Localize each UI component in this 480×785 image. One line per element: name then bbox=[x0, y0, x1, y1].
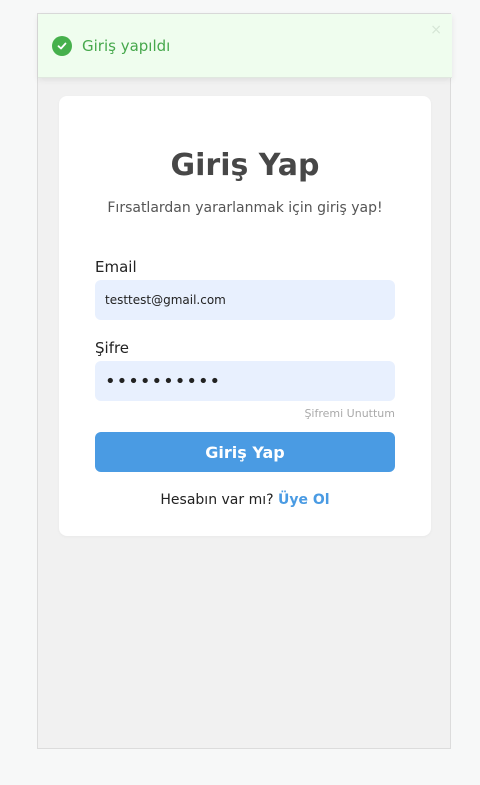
success-toast: Giriş yapıldı × bbox=[38, 14, 452, 78]
signup-row: Hesabın var mı? Üye Ol bbox=[59, 492, 431, 508]
login-card: Giriş Yap Fırsatlardan yararlanmak için … bbox=[59, 96, 431, 536]
toast-close-icon[interactable]: × bbox=[430, 22, 442, 38]
password-field[interactable] bbox=[95, 361, 395, 401]
signup-link[interactable]: Üye Ol bbox=[278, 492, 330, 508]
forgot-password-link[interactable]: Şifremi Unuttum bbox=[304, 407, 395, 420]
email-label: Email bbox=[95, 258, 137, 276]
email-field[interactable] bbox=[95, 280, 395, 320]
check-circle-icon bbox=[52, 35, 72, 56]
password-label: Şifre bbox=[95, 339, 130, 357]
login-button[interactable]: Giriş Yap bbox=[95, 432, 395, 472]
app-frame: Giriş yapıldı × Giriş Yap Fırsatlardan y… bbox=[37, 13, 452, 749]
toast-message: Giriş yapıldı bbox=[82, 36, 171, 55]
page-subtitle: Fırsatlardan yararlanmak için giriş yap! bbox=[107, 200, 383, 216]
page-title: Giriş Yap bbox=[170, 148, 320, 183]
signup-prompt: Hesabın var mı? bbox=[160, 492, 274, 508]
